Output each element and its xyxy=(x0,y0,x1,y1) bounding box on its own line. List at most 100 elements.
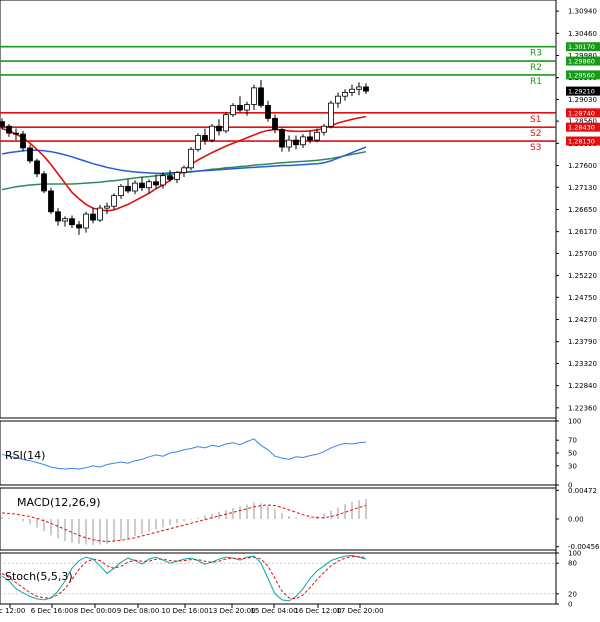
price-tick-label: 1.23790 xyxy=(568,338,597,346)
candle-up xyxy=(118,185,124,196)
candle-up xyxy=(97,207,103,221)
candle-down xyxy=(90,213,96,221)
candle-down xyxy=(307,136,313,141)
candle-up xyxy=(146,181,152,189)
candle-up xyxy=(83,213,89,229)
price-tick-label: 1.23320 xyxy=(568,360,597,368)
candle-up xyxy=(174,172,180,180)
time-tick-label: 13 Dec 20:00 xyxy=(208,607,255,615)
candle-up xyxy=(230,105,236,116)
level-tag-r3: 1.30170 xyxy=(568,43,595,51)
candle-down xyxy=(237,105,243,111)
price-tick-label: 1.22840 xyxy=(568,382,597,390)
stoch-label: Stoch(5,5,3) xyxy=(5,570,73,583)
candle-down xyxy=(363,86,369,92)
level-name-s1: S1 xyxy=(530,115,541,125)
current-price-tag: 1.29210 xyxy=(568,88,595,96)
candle-down xyxy=(279,129,285,148)
candle-up xyxy=(62,218,68,222)
candle-down xyxy=(258,87,264,106)
candle-down xyxy=(69,218,75,226)
candle-down xyxy=(0,121,5,127)
level-tag-s2: 1.28430 xyxy=(568,124,595,132)
candle-up xyxy=(104,205,110,209)
rsi-tick-label: 100 xyxy=(568,418,581,426)
rsi-label: RSI(14) xyxy=(5,449,45,462)
price-tick-label: 1.26650 xyxy=(568,206,597,214)
level-name-s3: S3 xyxy=(530,143,541,153)
price-tick-label: 1.24750 xyxy=(568,294,597,302)
time-tick-label: 16 Dec 12:00 xyxy=(294,607,341,615)
macd-tick-label: 0.00 xyxy=(568,516,584,524)
price-tick-label: 1.25220 xyxy=(568,272,597,280)
candle-up xyxy=(195,135,201,150)
candle-up xyxy=(356,86,362,90)
candle-down xyxy=(139,182,145,189)
time-tick-label: 9 Dec 08:00 xyxy=(117,607,160,615)
candle-down xyxy=(13,132,19,135)
forex-chart: R3R2R1S1S2S3 1.309401.304601.299801.2950… xyxy=(0,0,600,622)
stoch-tick-label: 20 xyxy=(568,590,577,598)
macd-label: MACD(12,26,9) xyxy=(17,496,101,509)
price-tick-label: 1.27130 xyxy=(568,184,597,192)
candle-up xyxy=(251,87,257,105)
candle-down xyxy=(27,147,33,162)
time-tick-label: 17 Dec 20:00 xyxy=(336,607,383,615)
time-tick-label: 8 Dec 00:00 xyxy=(74,607,117,615)
candle-up xyxy=(300,136,306,146)
candle-down xyxy=(216,125,222,132)
candle-down xyxy=(20,133,26,149)
candle-up xyxy=(188,148,194,169)
rsi-tick-label: 70 xyxy=(568,437,577,445)
candle-down xyxy=(34,160,40,175)
price-tick-label: 1.25700 xyxy=(568,250,597,258)
candle-down xyxy=(265,105,271,119)
candle-down xyxy=(6,125,12,134)
level-name-r1: R1 xyxy=(530,77,542,87)
candle-down xyxy=(76,224,82,229)
level-tag-s1: 1.28740 xyxy=(568,109,595,117)
time-tick-label: 10 Dec 16:00 xyxy=(161,607,208,615)
candle-up xyxy=(160,175,166,186)
macd-tick-label: 0.00472 xyxy=(568,487,597,495)
candle-down xyxy=(55,211,61,222)
price-tick-label: 1.30460 xyxy=(568,30,597,38)
candle-up xyxy=(349,88,355,93)
candle-down xyxy=(293,139,299,146)
price-tick-label: 1.24270 xyxy=(568,316,597,324)
price-tick-label: 1.29030 xyxy=(568,96,597,104)
level-tag-r1: 1.29560 xyxy=(568,71,595,79)
candle-down xyxy=(202,135,208,141)
level-tag-r2: 1.29860 xyxy=(568,58,595,66)
level-name-r3: R3 xyxy=(530,49,542,59)
candle-down xyxy=(272,117,278,130)
candle-up xyxy=(328,102,334,127)
stoch-tick-label: 0 xyxy=(568,601,572,609)
candle-up xyxy=(223,114,229,132)
candle-up xyxy=(209,125,215,141)
candle-up xyxy=(132,182,138,192)
candle-down xyxy=(125,185,131,192)
candle-down xyxy=(41,173,47,192)
stoch-tick-label: 100 xyxy=(568,550,581,558)
candle-down xyxy=(153,181,159,186)
candle-up xyxy=(342,92,348,97)
candle-up xyxy=(314,131,320,141)
candle-up xyxy=(244,104,250,111)
candle-up xyxy=(181,167,187,173)
price-tick-label: 1.27600 xyxy=(568,162,597,170)
candle-up xyxy=(321,125,327,133)
stoch-tick-label: 80 xyxy=(568,560,577,568)
candle-down xyxy=(48,190,54,213)
time-tick-label: 6 Dec 16:00 xyxy=(31,607,74,615)
price-tick-label: 1.22360 xyxy=(568,404,597,412)
time-tick-label: 15 Dec 04:00 xyxy=(250,607,297,615)
level-name-s2: S2 xyxy=(530,129,541,139)
candle-down xyxy=(167,175,173,180)
candle-up xyxy=(335,95,341,104)
candle-up xyxy=(286,139,292,148)
rsi-tick-label: 30 xyxy=(568,462,577,470)
rsi-tick-label: 50 xyxy=(568,450,577,458)
level-tag-s3: 1.28130 xyxy=(568,138,595,146)
time-tick-label: ec 12:00 xyxy=(0,607,25,615)
